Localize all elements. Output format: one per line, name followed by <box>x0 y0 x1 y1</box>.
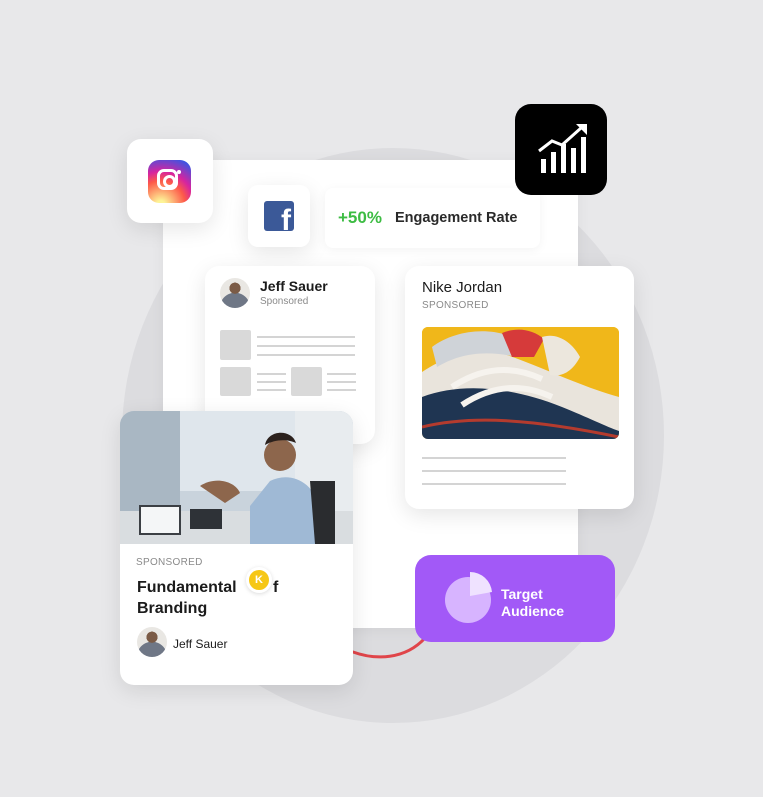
placeholder-line <box>327 389 356 391</box>
placeholder-line <box>257 336 355 338</box>
engagement-value: +50% <box>338 208 382 227</box>
placeholder-line <box>257 354 355 356</box>
placeholder-line <box>327 373 356 375</box>
sponsored-label: Sponsored <box>260 296 309 307</box>
nike-post-card[interactable]: Nike Jordan SPONSORED <box>405 266 634 509</box>
facebook-tile[interactable]: f <box>248 185 310 247</box>
instagram-logo-icon <box>148 160 191 203</box>
target-line2: Audience <box>501 603 565 619</box>
avatar <box>137 627 167 657</box>
engagement-rate-card: +50% Engagement Rate <box>325 188 540 248</box>
title-line2: Branding <box>137 600 208 617</box>
instagram-tile[interactable] <box>127 139 213 223</box>
target-line1: Target <box>501 586 543 602</box>
growth-chart-icon <box>538 124 587 173</box>
sponsored-label: SPONSORED <box>422 300 489 311</box>
post-author: Jeff Sauer <box>173 637 228 651</box>
branding-post-card[interactable]: SPONSORED Fundamental f Branding Jeff Sa… <box>120 411 353 685</box>
office-photo <box>120 411 353 544</box>
placeholder-line <box>422 470 566 472</box>
user-badge[interactable]: K <box>246 567 272 593</box>
avatar <box>220 278 250 308</box>
facebook-logo-icon: f <box>264 201 294 231</box>
title-line2-suffix: f <box>273 579 279 596</box>
post-title: Nike Jordan <box>422 279 503 296</box>
sponsored-label: SPONSORED <box>136 557 203 568</box>
sneaker-image <box>422 327 619 439</box>
engagement-label: Engagement Rate <box>395 210 518 226</box>
placeholder-image <box>291 367 322 396</box>
placeholder-image <box>220 367 251 396</box>
pie-chart-icon <box>445 572 492 623</box>
analytics-tile[interactable] <box>515 104 607 195</box>
placeholder-line <box>257 345 355 347</box>
target-audience-button[interactable]: Target Audience <box>415 555 615 642</box>
placeholder-line <box>422 483 566 485</box>
post-author: Jeff Sauer <box>260 278 328 294</box>
placeholder-line <box>422 457 566 459</box>
placeholder-line <box>257 373 286 375</box>
title-line1: Fundamental <box>137 579 237 596</box>
placeholder-line <box>327 381 356 383</box>
placeholder-line <box>257 389 286 391</box>
placeholder-line <box>257 381 286 383</box>
placeholder-image <box>220 330 251 360</box>
